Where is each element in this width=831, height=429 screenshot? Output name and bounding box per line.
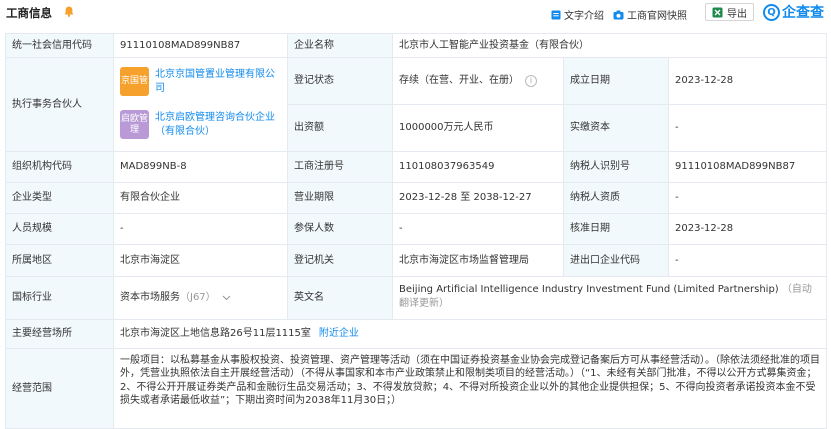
ie-code-value: - <box>669 245 827 277</box>
region-label: 所属地区 <box>6 245 114 277</box>
insured-label: 参保人数 <box>288 214 393 245</box>
qichacha-logo: Q 企查查 <box>763 2 824 22</box>
nearby-companies-link[interactable]: 附近企业 <box>319 327 359 341</box>
status-cell: 存续（在营、开业、在册） i <box>393 58 564 105</box>
status-value: 存续（在营、开业、在册） <box>399 75 519 86</box>
term-value: 2023-12-28 至 2038-12-27 <box>393 183 564 214</box>
authority-label: 登记机关 <box>288 245 393 277</box>
address-label: 主要经营场所 <box>6 320 114 349</box>
capital-value: 1000000万元人民币 <box>393 105 564 152</box>
partner-tag: 京国管 <box>120 67 149 96</box>
export-label: 导出 <box>727 8 747 20</box>
found-date-value: 2023-12-28 <box>669 58 827 105</box>
partner-item[interactable]: 京国管 北京京国管置业管理有限公司 <box>120 67 281 96</box>
company-name-value[interactable]: 北京市人工智能产业投资基金（有限合伙） <box>393 34 827 58</box>
info-icon[interactable]: i <box>525 75 537 87</box>
address-value: 北京市海淀区上地信息路26号11层1115室 <box>120 328 311 339</box>
address-cell: 北京市海淀区上地信息路26号11层1115室 附近企业 <box>114 320 827 349</box>
approve-date-label: 核准日期 <box>564 214 669 245</box>
excel-icon <box>712 7 723 17</box>
paid-capital-label: 实缴资本 <box>564 105 669 152</box>
reg-no-value: 110108037963549 <box>393 152 564 183</box>
approve-date-value: 2023-12-28 <box>669 214 827 245</box>
english-value: Beijing Artificial Intelligence Industry… <box>399 284 779 295</box>
capital-label: 出资额 <box>288 105 393 152</box>
paid-capital-value: - <box>669 105 827 152</box>
credit-code-label: 统一社会信用代码 <box>6 34 114 58</box>
partner-name[interactable]: 北京京国管置业管理有限公司 <box>155 68 281 96</box>
partner-tag: 启欧管理 <box>120 110 149 139</box>
tax-id-value: 91110108MAD899NB87 <box>669 152 827 183</box>
org-code-label: 组织机构代码 <box>6 152 114 183</box>
partner-cell: 京国管 北京京国管置业管理有限公司 启欧管理 北京启欧管理咨询合伙企业（有限合伙… <box>114 58 288 152</box>
staff-value: - <box>114 214 288 245</box>
industry-value: 资本市场服务 <box>120 292 180 303</box>
reg-no-label: 工商注册号 <box>288 152 393 183</box>
authority-value: 北京市海淀区市场监督管理局 <box>393 245 564 277</box>
partner-label: 执行事务合伙人 <box>6 58 114 152</box>
bell-icon[interactable] <box>64 6 74 17</box>
term-label: 营业期限 <box>288 183 393 214</box>
tax-qual-label: 纳税人资质 <box>564 183 669 214</box>
chevron-down-icon <box>222 295 231 301</box>
insured-value: - <box>393 214 564 245</box>
found-date-label: 成立日期 <box>564 58 669 105</box>
camera-icon <box>613 10 624 19</box>
partner-name[interactable]: 北京启欧管理咨询合伙企业（有限合伙） <box>155 111 281 139</box>
logo-text: 企查查 <box>782 5 824 21</box>
section-header: 工商信息 文字介绍 工商官网快照 导出 Q 企查查 <box>0 0 831 26</box>
english-cell: Beijing Artificial Intelligence Industry… <box>393 277 827 320</box>
ent-type-value: 有限合伙企业 <box>114 183 288 214</box>
region-value: 北京市海淀区 <box>114 245 288 277</box>
tax-qual-value: - <box>669 183 827 214</box>
industry-dropdown[interactable]: 资本市场服务 （J67） <box>114 277 288 320</box>
snapshot-label: 工商官网快照 <box>627 11 687 22</box>
company-name-label: 企业名称 <box>288 34 393 58</box>
tax-id-label: 纳税人识别号 <box>564 152 669 183</box>
staff-label: 人员规模 <box>6 214 114 245</box>
status-label: 登记状态 <box>288 58 393 105</box>
ent-type-label: 企业类型 <box>6 183 114 214</box>
text-intro-link[interactable]: 文字介绍 <box>551 7 604 22</box>
export-button[interactable]: 导出 <box>705 3 754 21</box>
industry-code: （J67） <box>180 292 216 303</box>
english-label: 英文名 <box>288 277 393 320</box>
ie-code-label: 进出口企业代码 <box>564 245 669 277</box>
scope-value: 一般项目：以私募基金从事股权投资、投资管理、资产管理等活动（须在中国证券投资基金… <box>114 349 827 429</box>
partner-item[interactable]: 启欧管理 北京启欧管理咨询合伙企业（有限合伙） <box>120 110 281 139</box>
document-icon <box>551 10 561 19</box>
logo-mark-icon: Q <box>763 3 780 21</box>
snapshot-link[interactable]: 工商官网快照 <box>613 7 687 22</box>
text-intro-label: 文字介绍 <box>564 11 604 22</box>
scope-label: 经营范围 <box>6 349 114 429</box>
credit-code-value[interactable]: 91110108MAD899NB87 <box>114 34 288 58</box>
section-title: 工商信息 <box>6 6 52 20</box>
industry-label: 国标行业 <box>6 277 114 320</box>
business-info-table: 统一社会信用代码 91110108MAD899NB87 企业名称 北京市人工智能… <box>5 33 827 429</box>
org-code-value: MAD899NB-8 <box>114 152 288 183</box>
